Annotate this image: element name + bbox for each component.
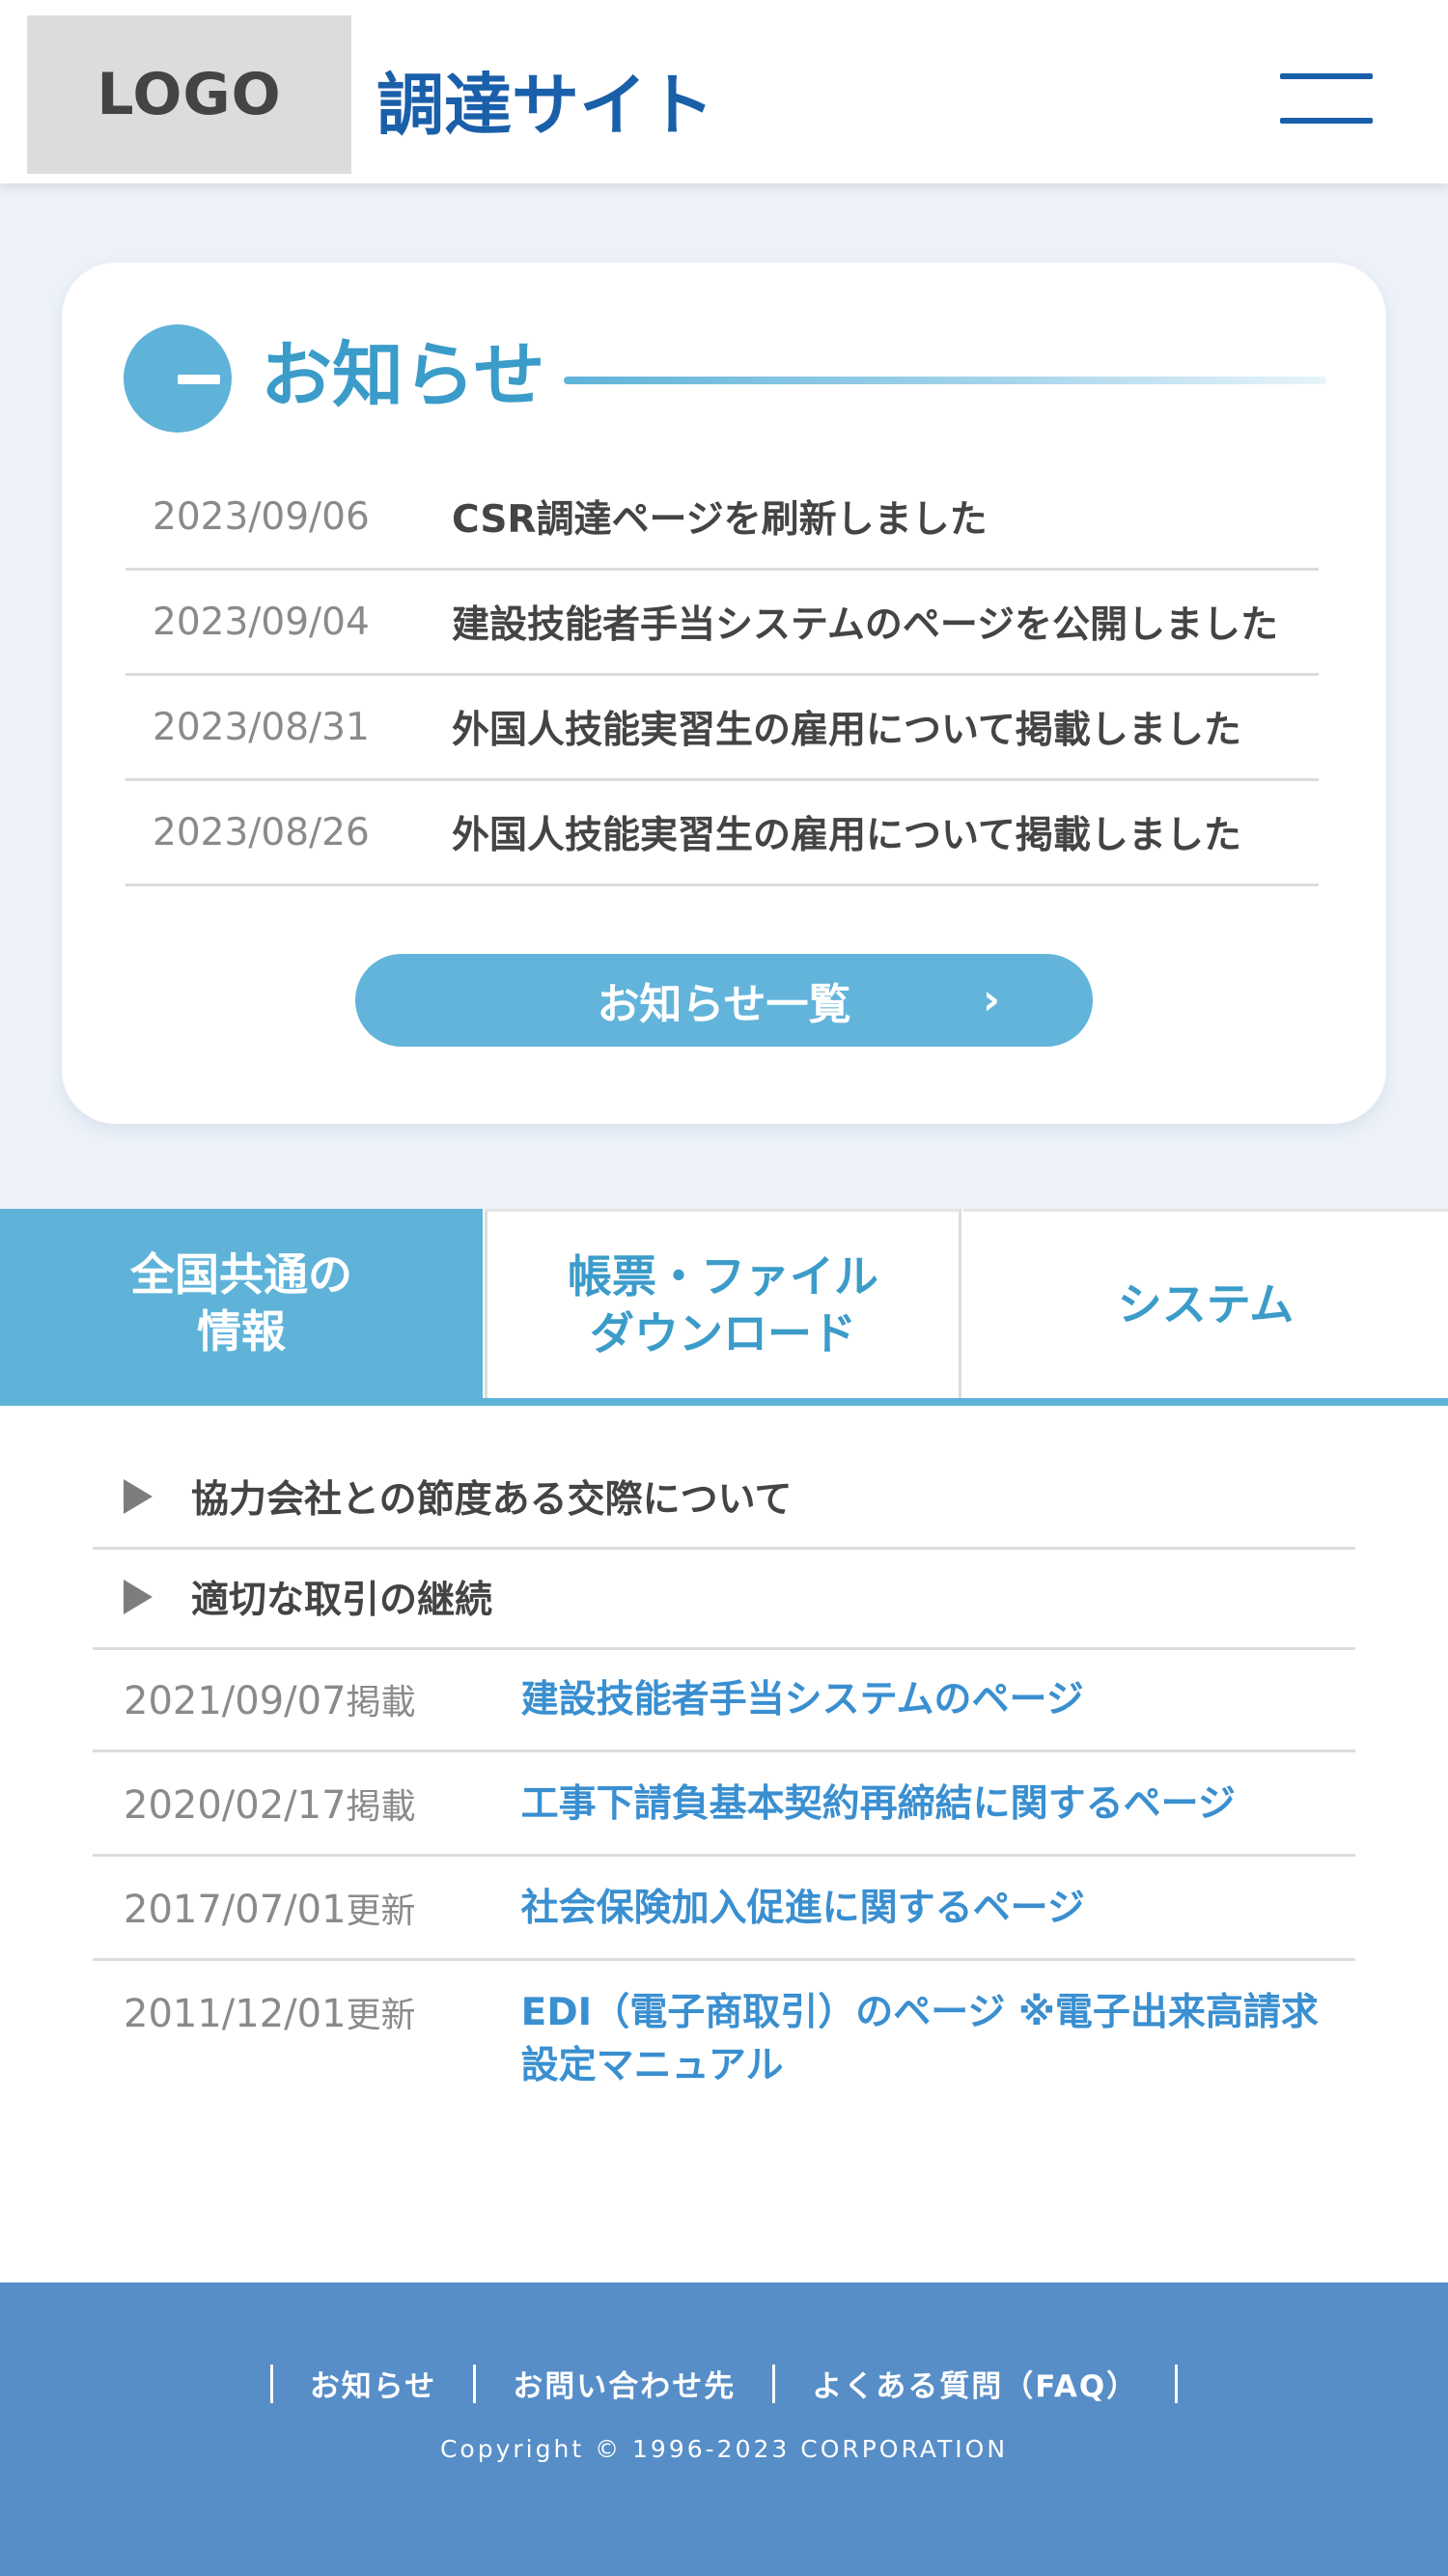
news-date: 2023/08/31 (153, 705, 370, 749)
tab-label: 全国共通の 情報 (130, 1248, 352, 1358)
news-list-button-label: お知らせ一覧 (597, 980, 851, 1029)
news-title[interactable]: CSR調達ページを刷新しました (452, 490, 988, 544)
tab-common-info[interactable]: 全国共通の 情報 (0, 1209, 483, 1398)
tab-forms-download[interactable]: 帳票・ファイル ダウンロード (485, 1209, 961, 1398)
link-date: 2011/12/01更新 (93, 1960, 521, 2037)
tabs-underline (0, 1398, 1448, 1406)
menu-bar-top (1280, 73, 1373, 79)
footer-link-contact[interactable]: お問い合わせ先 (476, 2362, 772, 2405)
news-item[interactable]: 2023/08/31 外国人技能実習生の雇用について掲載しました (125, 676, 1319, 781)
chevron-right-icon: › (982, 975, 1000, 1024)
tab-content: 協力会社との節度ある交際について 適切な取引の継続 2021/09/07掲載 建… (0, 1406, 1448, 2282)
tab-system[interactable]: システム (963, 1209, 1448, 1398)
footer-divider (1175, 2364, 1179, 2403)
news-date: 2023/09/06 (153, 494, 370, 539)
triangle-right-icon (124, 1580, 153, 1614)
site-footer: お知らせ お問い合わせ先 よくある質問（FAQ） Copyright © 199… (0, 2282, 1448, 2576)
footer-link-faq[interactable]: よくある質問（FAQ） (775, 2362, 1175, 2405)
site-header: LOGO 調達サイト (0, 0, 1448, 183)
news-date: 2023/08/26 (153, 810, 370, 854)
link-row[interactable]: 2021/09/07掲載 建設技能者手当システムのページ (93, 1647, 1355, 1752)
link-title[interactable]: 工事下請負基本契約再締結に関するページ (521, 1751, 1355, 1832)
link-row[interactable]: 2011/12/01更新 EDI（電子商取引）のページ ※電子出来高請求設定マニ… (93, 1960, 1355, 2105)
link-date-value: 2021/09/07 (124, 1679, 347, 1723)
link-row[interactable]: 2017/07/01更新 社会保険加入促進に関するページ (93, 1856, 1355, 1961)
link-title[interactable]: 社会保険加入促進に関するページ (521, 1856, 1355, 1936)
hamburger-menu-icon[interactable] (1280, 73, 1373, 124)
news-heading-icon-dash (178, 375, 220, 384)
site-title[interactable]: 調達サイト (376, 71, 714, 139)
logo[interactable]: LOGO (27, 15, 351, 174)
footer-nav: お知らせ お問い合わせ先 よくある質問（FAQ） (0, 2362, 1448, 2405)
news-list: 2023/09/06 CSR調達ページを刷新しました 2023/09/04 建設… (125, 465, 1319, 886)
link-date-value: 2017/07/01 (124, 1888, 347, 1932)
tab-label: 帳票・ファイル ダウンロード (568, 1249, 878, 1359)
tab-label: システム (1117, 1278, 1295, 1331)
link-date: 2021/09/07掲載 (93, 1647, 521, 1724)
footer-link-news[interactable]: お知らせ (273, 2362, 473, 2405)
accordion-item[interactable]: 適切な取引の継続 (93, 1547, 1355, 1650)
news-list-button[interactable]: お知らせ一覧 › (355, 954, 1093, 1047)
news-title[interactable]: 外国人技能実習生の雇用について掲載しました (452, 805, 1241, 859)
news-title[interactable]: 外国人技能実習生の雇用について掲載しました (452, 700, 1241, 754)
accordion-label: 協力会社との節度ある交際について (191, 1478, 793, 1522)
news-item[interactable]: 2023/08/26 外国人技能実習生の雇用について掲載しました (125, 781, 1319, 886)
link-title[interactable]: 建設技能者手当システムのページ (521, 1647, 1355, 1727)
news-date: 2023/09/04 (153, 600, 370, 644)
category-tabs: 全国共通の 情報 帳票・ファイル ダウンロード システム (0, 1209, 1448, 1406)
copyright: Copyright © 1996-2023 CORPORATION (439, 2435, 1009, 2463)
menu-bar-bottom (1280, 118, 1373, 124)
link-row[interactable]: 2020/02/17掲載 工事下請負基本契約再締結に関するページ (93, 1751, 1355, 1857)
link-date-suffix: 掲載 (346, 1787, 416, 1827)
link-title[interactable]: EDI（電子商取引）のページ ※電子出来高請求設定マニュアル (521, 1960, 1355, 2092)
link-date-suffix: 更新 (346, 1891, 416, 1931)
link-date: 2020/02/17掲載 (93, 1751, 521, 1829)
accordion-label: 適切な取引の継続 (191, 1579, 493, 1622)
news-title[interactable]: 建設技能者手当システムのページを公開しました (452, 595, 1278, 649)
link-date-value: 2011/12/01 (124, 1992, 347, 2036)
link-date-suffix: 掲載 (346, 1683, 416, 1722)
news-item[interactable]: 2023/09/06 CSR調達ページを刷新しました (125, 465, 1319, 571)
news-heading-rule (564, 377, 1326, 384)
news-heading: お知らせ (261, 334, 545, 417)
link-date-value: 2020/02/17 (124, 1783, 347, 1828)
triangle-right-icon (124, 1479, 153, 1514)
accordion-item[interactable]: 協力会社との節度ある交際について (93, 1446, 1355, 1550)
news-item[interactable]: 2023/09/04 建設技能者手当システムのページを公開しました (125, 571, 1319, 676)
link-date: 2017/07/01更新 (93, 1856, 521, 1933)
link-date-suffix: 更新 (346, 1996, 416, 2035)
news-heading-icon (124, 324, 232, 433)
news-card: お知らせ 2023/09/06 CSR調達ページを刷新しました 2023/09/… (62, 263, 1386, 1124)
